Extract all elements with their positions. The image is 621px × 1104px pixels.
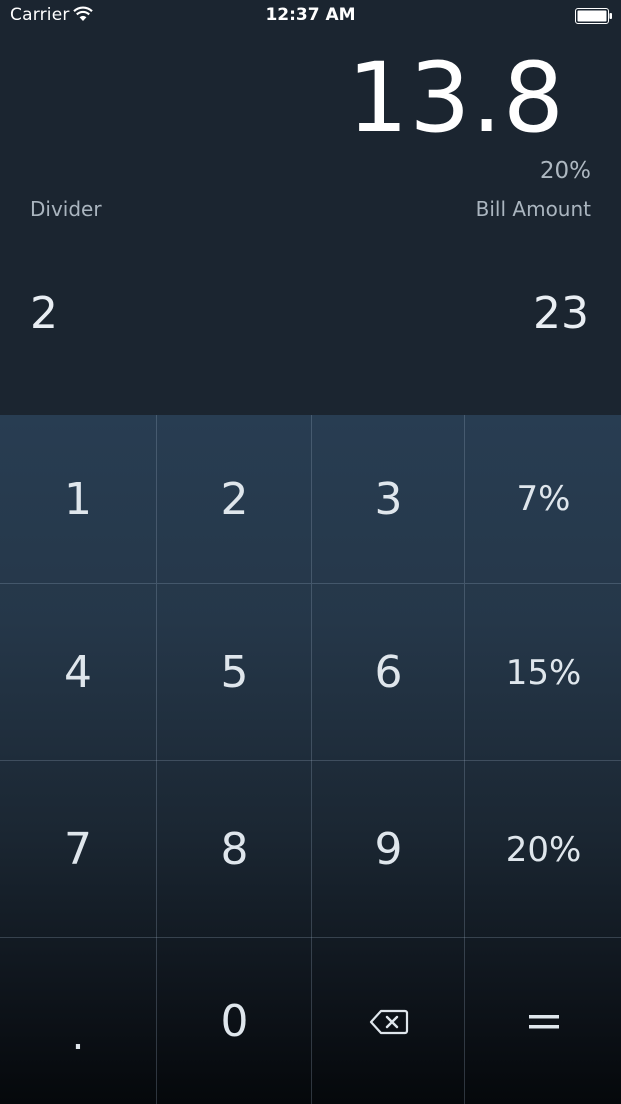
keypad-row-4: . 0	[0, 937, 621, 1104]
backspace-button[interactable]	[311, 938, 465, 1104]
key-3[interactable]: 3	[311, 415, 465, 583]
key-decimal[interactable]: .	[0, 938, 156, 1104]
keypad: 1 2 3 7% 4 5 6 15% 7 8 9 20% . 0	[0, 415, 621, 1104]
keypad-row-2: 4 5 6 15%	[0, 583, 621, 761]
tip-calculator-screen: Carrier 12:37 AM 13.8 20% Divider Bill A…	[0, 0, 621, 1104]
battery-icon	[575, 8, 612, 24]
divider-label: Divider	[30, 197, 102, 221]
key-1[interactable]: 1	[0, 415, 156, 583]
key-8[interactable]: 8	[156, 761, 312, 938]
tip-result: 13.8	[347, 42, 565, 154]
divider-value-field[interactable]: 2	[30, 288, 58, 339]
bill-amount-label: Bill Amount	[475, 197, 591, 221]
keypad-row-1: 1 2 3 7%	[0, 415, 621, 583]
key-6[interactable]: 6	[311, 584, 465, 761]
key-7[interactable]: 7	[0, 761, 156, 938]
key-4[interactable]: 4	[0, 584, 156, 761]
key-tip-20-percent[interactable]: 20%	[464, 761, 621, 938]
decimal-point-label: .	[71, 1012, 85, 1059]
keypad-row-3: 7 8 9 20%	[0, 760, 621, 938]
backspace-icon	[369, 1009, 408, 1034]
key-tip-15-percent[interactable]: 15%	[464, 584, 621, 761]
bill-amount-value-field[interactable]: 23	[533, 288, 589, 339]
selected-tip-percent: 20%	[539, 158, 591, 184]
display-panel: Carrier 12:37 AM 13.8 20% Divider Bill A…	[0, 0, 621, 415]
key-5[interactable]: 5	[156, 584, 312, 761]
equals-button[interactable]	[464, 938, 621, 1104]
key-2[interactable]: 2	[156, 415, 312, 583]
status-bar: Carrier 12:37 AM	[0, 0, 621, 32]
key-tip-7-percent[interactable]: 7%	[464, 415, 621, 583]
equals-icon	[528, 1014, 559, 1028]
key-9[interactable]: 9	[311, 761, 465, 938]
status-time: 12:37 AM	[265, 5, 356, 25]
key-0[interactable]: 0	[156, 938, 312, 1104]
